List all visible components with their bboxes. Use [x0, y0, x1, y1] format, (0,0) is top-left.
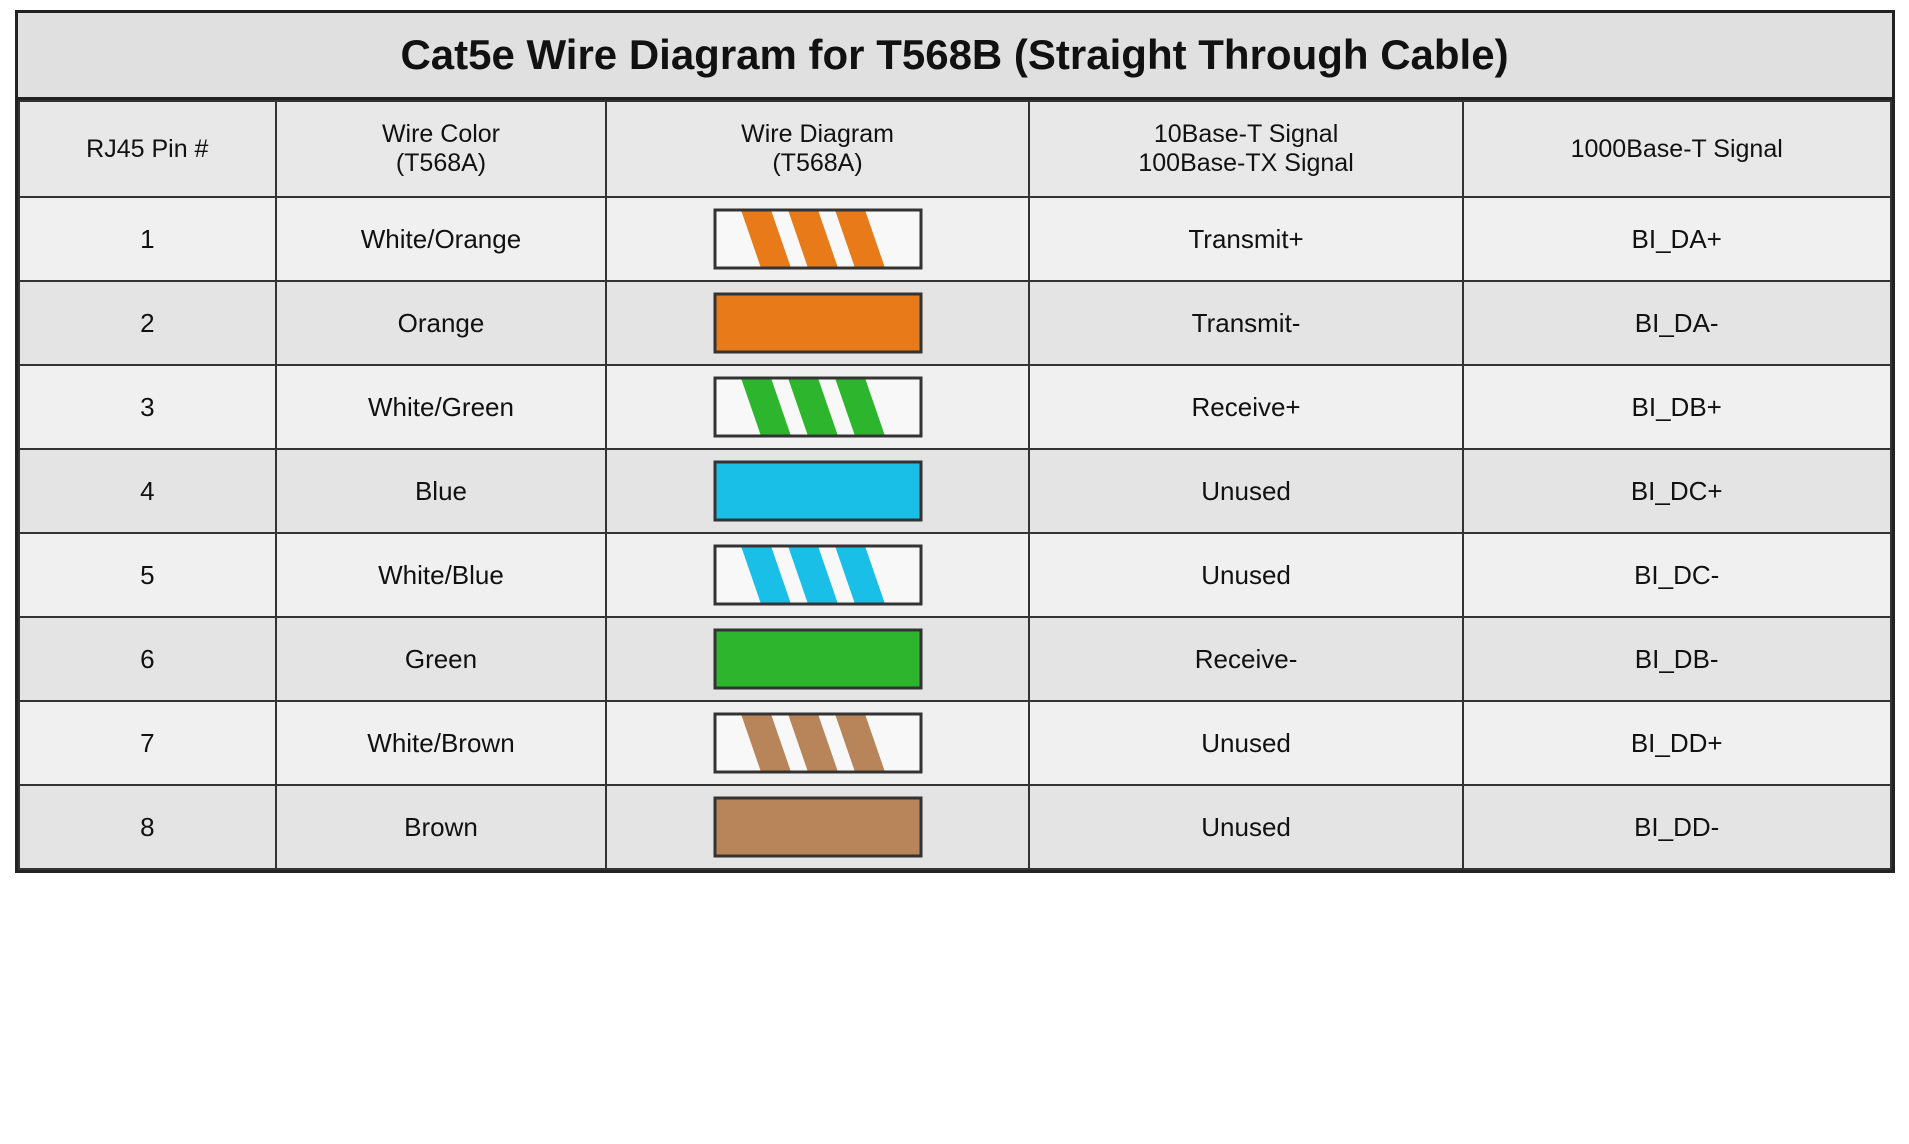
wire-diagram-svg [713, 376, 923, 438]
cell-signal-10-100: Transmit+ [1029, 197, 1463, 281]
cell-color: White/Green [276, 365, 606, 449]
table-row: 5White/Blue UnusedBI_DC- [19, 533, 1891, 617]
header-signal-10-100: 10Base-T Signal100Base-TX Signal [1029, 101, 1463, 197]
cell-signal-10-100: Receive- [1029, 617, 1463, 701]
cell-diagram [606, 449, 1029, 533]
cell-color: Orange [276, 281, 606, 365]
wire-diagram-svg [713, 208, 923, 270]
cell-pin: 8 [19, 785, 277, 869]
wire-diagram-svg [713, 292, 923, 354]
cell-signal-10-100: Unused [1029, 701, 1463, 785]
main-table: RJ45 Pin # Wire Color(T568A) Wire Diagra… [18, 100, 1892, 870]
cell-color: White/Blue [276, 533, 606, 617]
cell-color: Blue [276, 449, 606, 533]
cell-diagram [606, 701, 1029, 785]
cell-diagram [606, 533, 1029, 617]
wire-diagram-svg [713, 460, 923, 522]
wire-diagram-svg [713, 712, 923, 774]
cell-signal-1000: BI_DA- [1463, 281, 1891, 365]
cell-signal-10-100: Unused [1029, 785, 1463, 869]
header-diagram: Wire Diagram(T568A) [606, 101, 1029, 197]
header-signal-1000: 1000Base-T Signal [1463, 101, 1891, 197]
table-row: 4Blue UnusedBI_DC+ [19, 449, 1891, 533]
cell-signal-10-100: Transmit- [1029, 281, 1463, 365]
wire-diagram-svg [713, 796, 923, 858]
cell-signal-1000: BI_DB- [1463, 617, 1891, 701]
cell-diagram [606, 281, 1029, 365]
cell-pin: 2 [19, 281, 277, 365]
cell-pin: 5 [19, 533, 277, 617]
cell-signal-10-100: Unused [1029, 533, 1463, 617]
cell-diagram [606, 197, 1029, 281]
header-pin: RJ45 Pin # [19, 101, 277, 197]
cell-pin: 7 [19, 701, 277, 785]
cell-signal-1000: BI_DC- [1463, 533, 1891, 617]
cell-signal-1000: BI_DC+ [1463, 449, 1891, 533]
cell-pin: 4 [19, 449, 277, 533]
wire-diagram-svg [713, 544, 923, 606]
cell-pin: 1 [19, 197, 277, 281]
cell-color: Brown [276, 785, 606, 869]
header-color: Wire Color(T568A) [276, 101, 606, 197]
wire-diagram-svg [713, 628, 923, 690]
cell-color: White/Brown [276, 701, 606, 785]
cell-color: Green [276, 617, 606, 701]
table-row: 6Green Receive-BI_DB- [19, 617, 1891, 701]
table-row: 1White/Orange Transmit+BI_DA+ [19, 197, 1891, 281]
table-row: 2Orange Transmit-BI_DA- [19, 281, 1891, 365]
table-header-row: RJ45 Pin # Wire Color(T568A) Wire Diagra… [19, 101, 1891, 197]
cell-pin: 6 [19, 617, 277, 701]
diagram-wrapper: Cat5e Wire Diagram for T568B (Straight T… [15, 10, 1895, 873]
cell-color: White/Orange [276, 197, 606, 281]
cell-diagram [606, 365, 1029, 449]
cell-signal-1000: BI_DB+ [1463, 365, 1891, 449]
table-row: 7White/Brown UnusedBI_DD+ [19, 701, 1891, 785]
cell-signal-10-100: Unused [1029, 449, 1463, 533]
cell-signal-1000: BI_DD- [1463, 785, 1891, 869]
cell-diagram [606, 785, 1029, 869]
table-row: 3White/Green Receive+BI_DB+ [19, 365, 1891, 449]
cell-signal-1000: BI_DD+ [1463, 701, 1891, 785]
cell-pin: 3 [19, 365, 277, 449]
cell-diagram [606, 617, 1029, 701]
cell-signal-10-100: Receive+ [1029, 365, 1463, 449]
diagram-title: Cat5e Wire Diagram for T568B (Straight T… [18, 13, 1892, 100]
table-row: 8Brown UnusedBI_DD- [19, 785, 1891, 869]
cell-signal-1000: BI_DA+ [1463, 197, 1891, 281]
